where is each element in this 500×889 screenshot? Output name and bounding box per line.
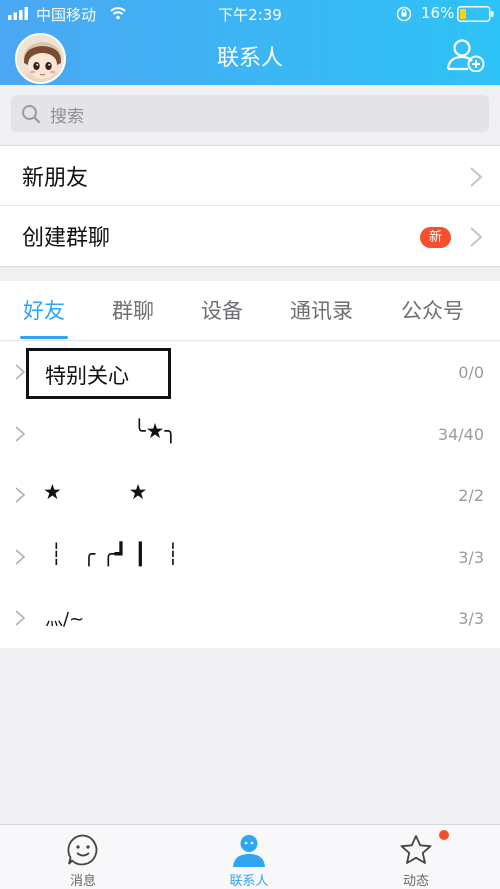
group-name: ╰★╮ — [133, 419, 178, 443]
group-count: 3/3 — [458, 548, 484, 567]
search-placeholder: 搜索 — [50, 107, 84, 127]
group-name: 特别关心 — [45, 364, 129, 388]
tab-official-accounts[interactable]: 公众号 — [401, 295, 464, 325]
group-name: ┆ ╭ ╭┛ ┃ ┆ — [50, 542, 180, 566]
tab-address-book[interactable]: 通讯录 — [290, 295, 353, 325]
new-badge: 新 — [420, 227, 451, 248]
group-name: ★ ★ — [43, 480, 148, 504]
group-row[interactable]: ╰★╮ 34/40 — [0, 403, 500, 464]
friend-group-list: 特别关心 0/0 ╰★╮ 34/40 ★ ★ 2/2 ┆ ╭ ╭┛ ┃ ┆ 3/… — [0, 341, 500, 648]
group-row-special-care[interactable]: 特别关心 0/0 — [0, 341, 500, 402]
tabbar-messages-label: 消息 — [69, 874, 96, 889]
group-row[interactable]: 灬/~ 3/3 — [0, 587, 500, 648]
star-icon — [400, 835, 432, 864]
tab-friends[interactable]: 好友 — [23, 295, 65, 325]
battery-percent: 16% — [421, 4, 455, 22]
rotation-lock-icon — [396, 6, 412, 22]
tabbar-feeds-label: 动态 — [402, 874, 429, 889]
tab-groups[interactable]: 群聊 — [112, 295, 154, 325]
create-group-chat-label: 创建群聊 — [22, 226, 111, 251]
notification-dot — [439, 830, 449, 840]
tabbar-messages[interactable]: 消息 — [28, 825, 138, 889]
chevron-right-icon — [15, 549, 26, 565]
bottom-tab-bar: 消息 联系人 动态 — [0, 824, 500, 889]
status-bar: 中国移动 下午2:39 16% — [0, 0, 500, 28]
search-icon — [22, 105, 41, 124]
contacts-icon — [233, 835, 265, 867]
tab-devices[interactable]: 设备 — [201, 295, 243, 325]
tabbar-contacts[interactable]: 联系人 — [194, 825, 304, 889]
messages-icon — [67, 834, 98, 866]
group-count: 2/2 — [458, 486, 484, 505]
contact-tabs: 好友 群聊 设备 通讯录 公众号 — [0, 281, 500, 341]
search-area: 搜索 — [0, 85, 500, 145]
chevron-right-icon — [15, 426, 26, 442]
chevron-right-icon — [15, 487, 26, 503]
page-title: 联系人 — [216, 46, 283, 71]
group-row[interactable]: ┆ ╭ ╭┛ ┃ ┆ 3/3 — [0, 526, 500, 587]
group-name: 灬/~ — [45, 609, 85, 630]
create-group-chat-row[interactable]: 创建群聊 新 — [0, 206, 500, 267]
group-count: 0/0 — [458, 363, 484, 382]
chevron-right-icon — [15, 610, 26, 626]
chevron-right-icon — [470, 227, 483, 247]
search-input[interactable]: 搜索 — [11, 95, 489, 132]
battery-icon — [457, 6, 494, 22]
group-count: 3/3 — [458, 609, 484, 628]
chevron-right-icon — [15, 364, 26, 380]
chevron-right-icon — [470, 167, 483, 187]
group-count: 34/40 — [437, 425, 484, 444]
tab-active-indicator — [20, 336, 68, 339]
group-row[interactable]: ★ ★ 2/2 — [0, 464, 500, 525]
tabbar-feeds[interactable]: 动态 — [361, 825, 471, 889]
tabbar-contacts-label: 联系人 — [229, 874, 269, 889]
new-friends-row[interactable]: 新朋友 — [0, 145, 500, 206]
add-friend-icon[interactable] — [446, 38, 486, 72]
header-bar: 中国移动 下午2:39 16% 联系人 — [0, 0, 500, 85]
new-friends-label: 新朋友 — [22, 166, 89, 191]
